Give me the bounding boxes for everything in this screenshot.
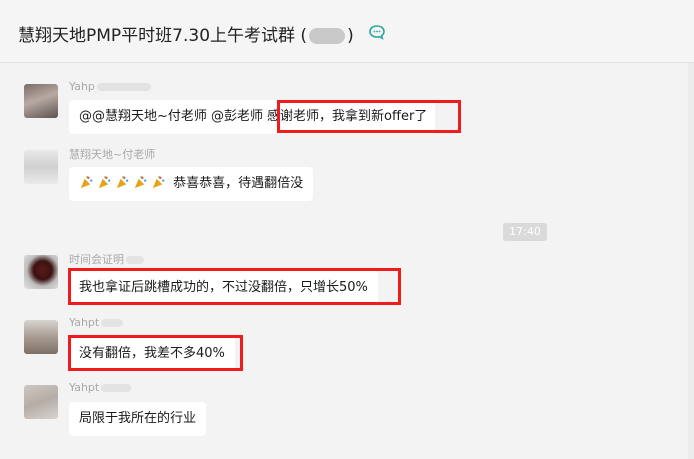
party-popper-icon bbox=[80, 175, 93, 189]
highlight-box bbox=[68, 335, 243, 371]
group-title: 慧翔天地PMP平时班7.30上午考试群 () bbox=[18, 21, 354, 46]
sender-name: 慧翔天地~付老师 bbox=[69, 148, 156, 161]
party-popper-icon bbox=[98, 175, 111, 189]
time-divider: 17:40 bbox=[503, 223, 547, 241]
avatar[interactable] bbox=[24, 150, 58, 184]
group-title-suffix: ) bbox=[347, 26, 354, 46]
avatar[interactable] bbox=[24, 320, 58, 354]
scrollbar[interactable] bbox=[688, 63, 694, 459]
message-bubble: 恭喜恭喜，待遇翻倍没 bbox=[69, 167, 314, 201]
avatar[interactable] bbox=[24, 84, 58, 118]
party-popper-icon bbox=[134, 175, 147, 189]
sender-name: Yahpt bbox=[69, 316, 124, 329]
party-popper-icon bbox=[152, 175, 165, 189]
sender-name: Yahp bbox=[69, 80, 151, 93]
group-chat-icon[interactable] bbox=[369, 24, 385, 40]
party-popper-icons bbox=[79, 175, 173, 191]
avatar[interactable] bbox=[24, 385, 58, 419]
message-mentions[interactable]: @@慧翔天地~付老师 @彭老师 bbox=[79, 109, 263, 124]
highlight-box bbox=[68, 268, 401, 305]
message-text: 恭喜恭喜，待遇翻倍没 bbox=[173, 176, 304, 191]
sender-name: 时间会证明 bbox=[69, 251, 144, 267]
party-popper-icon bbox=[116, 175, 129, 189]
sender-name: Yahpt bbox=[69, 381, 132, 394]
blurred-group-count bbox=[309, 28, 346, 44]
chat-header: 慧翔天地PMP平时班7.30上午考试群 () bbox=[0, 0, 694, 63]
group-title-text: 慧翔天地PMP平时班7.30上午考试群 ( bbox=[18, 26, 308, 46]
highlight-box bbox=[277, 100, 461, 133]
message-bubble: 局限于我所在的行业 bbox=[69, 402, 207, 436]
avatar[interactable] bbox=[24, 255, 58, 289]
